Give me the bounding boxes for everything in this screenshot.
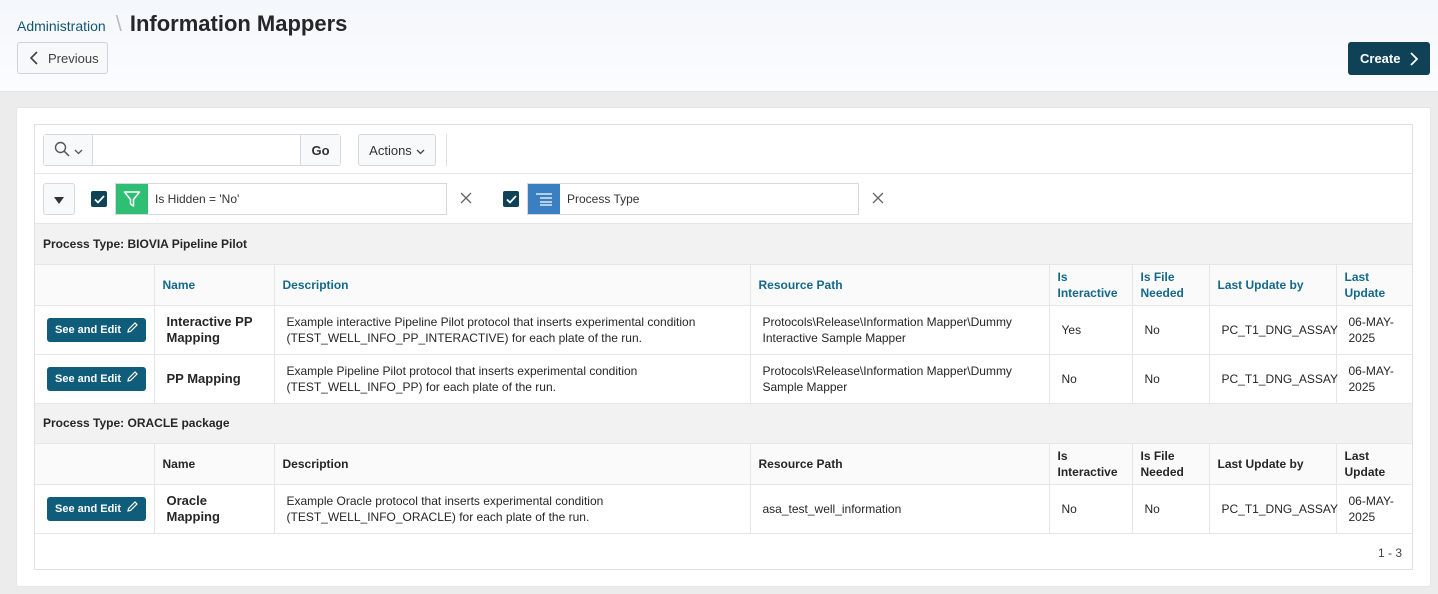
report-toolbar: Go Actions xyxy=(35,125,1412,174)
caret-down-icon xyxy=(54,192,64,207)
create-button-label: Create xyxy=(1360,51,1401,66)
filter-process-type-checkbox[interactable] xyxy=(503,191,519,207)
group-header-row: Process Type: ORACLE package xyxy=(35,403,1413,444)
see-and-edit-label: See and Edit xyxy=(55,502,122,515)
search-input[interactable] xyxy=(93,135,300,165)
cell-description: Example interactive Pipeline Pilot proto… xyxy=(274,305,751,355)
column-header-row: Name Description Resource Path Is Intera… xyxy=(35,264,1413,306)
pencil-icon xyxy=(127,500,138,517)
cell-name: PP Mapping xyxy=(154,354,275,404)
column-header-is-file-needed[interactable]: Is File Needed xyxy=(1132,443,1210,485)
cell-resource-path: Protocols\Release\Information Mapper\Dum… xyxy=(750,305,1050,355)
cell-is-file-needed: No xyxy=(1132,305,1210,355)
remove-filter-process-type-icon[interactable] xyxy=(870,190,886,206)
cell-is-file-needed: No xyxy=(1132,354,1210,404)
group-label: Process Type: BIOVIA Pipeline Pilot xyxy=(35,224,1413,265)
actions-menu-button[interactable]: Actions xyxy=(358,134,436,166)
control-break-icon xyxy=(528,184,560,214)
pencil-icon xyxy=(127,370,138,387)
pagination-range: 1 - 3 xyxy=(1377,546,1402,560)
page-header: Administration \ Information Mappers Pre… xyxy=(0,0,1438,92)
group-label: Process Type: ORACLE package xyxy=(35,403,1413,444)
breadcrumb: Administration \ Information Mappers xyxy=(17,11,347,37)
column-header-last-update-by[interactable]: Last Update by xyxy=(1209,443,1337,485)
cell-last-update-by: PC_T1_DNG_ASSAY xyxy=(1209,484,1338,534)
pencil-icon xyxy=(127,321,138,338)
column-header-is-interactive[interactable]: Is Interactive xyxy=(1049,443,1133,485)
cell-is-interactive: No xyxy=(1049,354,1133,404)
search-icon xyxy=(54,141,70,160)
column-header-resource-path[interactable]: Resource Path xyxy=(750,443,1050,485)
filter-process-type[interactable]: Process Type xyxy=(527,183,859,215)
cell-name: Interactive PP Mapping xyxy=(154,305,275,355)
cell-last-update: 06-MAY-2025 xyxy=(1336,484,1413,534)
column-header-is-interactive[interactable]: Is Interactive xyxy=(1049,264,1133,306)
see-and-edit-button[interactable]: See and Edit xyxy=(47,496,147,521)
cell-description: Example Pipeline Pilot protocol that ins… xyxy=(274,354,751,404)
chevron-left-icon xyxy=(30,51,38,65)
content-region: Go Actions Is Hidden = 'No' Process Type… xyxy=(17,108,1430,586)
breadcrumb-separator: \ xyxy=(115,11,122,36)
column-header-last-update[interactable]: Last Update xyxy=(1336,264,1413,306)
filter-hidden[interactable]: Is Hidden = 'No' xyxy=(115,183,447,215)
cell-is-interactive: Yes xyxy=(1049,305,1133,355)
chevron-right-icon xyxy=(1410,51,1419,66)
report-table: Process Type: BIOVIA Pipeline Pilot Name… xyxy=(35,224,1413,534)
cell-last-update-by: PC_T1_DNG_ASSAY xyxy=(1209,305,1338,355)
column-header-actions xyxy=(35,443,155,485)
column-header-row: Name Description Resource Path Is Intera… xyxy=(35,443,1413,485)
previous-button[interactable]: Previous xyxy=(17,42,108,74)
filter-process-type-label: Process Type xyxy=(567,192,640,206)
column-header-actions xyxy=(35,264,155,306)
create-button[interactable]: Create xyxy=(1348,42,1430,75)
column-header-last-update-by[interactable]: Last Update by xyxy=(1209,264,1337,306)
cell-last-update-by: PC_T1_DNG_ASSAY xyxy=(1209,354,1338,404)
search-bar: Go xyxy=(43,134,341,166)
actions-button-label: Actions xyxy=(369,142,412,158)
see-and-edit-button[interactable]: See and Edit xyxy=(47,317,147,342)
table-row: See and Edit Oracle Mapping Example Orac… xyxy=(35,484,1413,534)
cell-resource-path: asa_test_well_information xyxy=(750,484,1050,534)
column-header-description[interactable]: Description xyxy=(274,443,751,485)
chevron-down-icon xyxy=(416,143,425,158)
column-header-name[interactable]: Name xyxy=(154,264,275,306)
column-header-last-update[interactable]: Last Update xyxy=(1336,443,1413,485)
search-column-menu[interactable] xyxy=(44,135,93,165)
cell-resource-path: Protocols\Release\Information Mapper\Dum… xyxy=(750,354,1050,404)
filter-hidden-checkbox[interactable] xyxy=(91,191,107,207)
remove-filter-hidden-icon[interactable] xyxy=(458,190,474,206)
interactive-report: Go Actions Is Hidden = 'No' Process Type… xyxy=(34,124,1413,570)
cell-description: Example Oracle protocol that inserts exp… xyxy=(274,484,751,534)
cell-is-file-needed: No xyxy=(1132,484,1210,534)
cell-name: Oracle Mapping xyxy=(154,484,275,534)
cell-is-interactive: No xyxy=(1049,484,1133,534)
pagination-bar: 1 - 3 xyxy=(35,532,1412,570)
cell-last-update: 06-MAY-2025 xyxy=(1336,354,1413,404)
group-header-row: Process Type: BIOVIA Pipeline Pilot xyxy=(35,224,1413,265)
previous-button-label: Previous xyxy=(48,50,99,66)
see-and-edit-label: See and Edit xyxy=(55,372,122,385)
table-row: See and Edit PP Mapping Example Pipeline… xyxy=(35,354,1413,404)
filter-icon xyxy=(116,184,148,214)
page-title: Information Mappers xyxy=(129,11,348,36)
chevron-down-icon xyxy=(74,143,83,158)
go-button[interactable]: Go xyxy=(300,135,340,165)
column-header-name[interactable]: Name xyxy=(154,443,275,485)
filter-bar: Is Hidden = 'No' Process Type xyxy=(35,174,1412,224)
table-row: See and Edit Interactive PP Mapping Exam… xyxy=(35,305,1413,355)
toggle-filters-button[interactable] xyxy=(43,183,75,215)
column-header-resource-path[interactable]: Resource Path xyxy=(750,264,1050,306)
see-and-edit-label: See and Edit xyxy=(55,323,122,336)
breadcrumb-administration-link[interactable]: Administration xyxy=(17,18,106,34)
column-header-description[interactable]: Description xyxy=(274,264,751,306)
see-and-edit-button[interactable]: See and Edit xyxy=(47,366,147,391)
toolbar-divider xyxy=(446,134,447,166)
cell-last-update: 06-MAY-2025 xyxy=(1336,305,1413,355)
filter-hidden-label: Is Hidden = 'No' xyxy=(155,192,240,206)
column-header-is-file-needed[interactable]: Is File Needed xyxy=(1132,264,1210,306)
